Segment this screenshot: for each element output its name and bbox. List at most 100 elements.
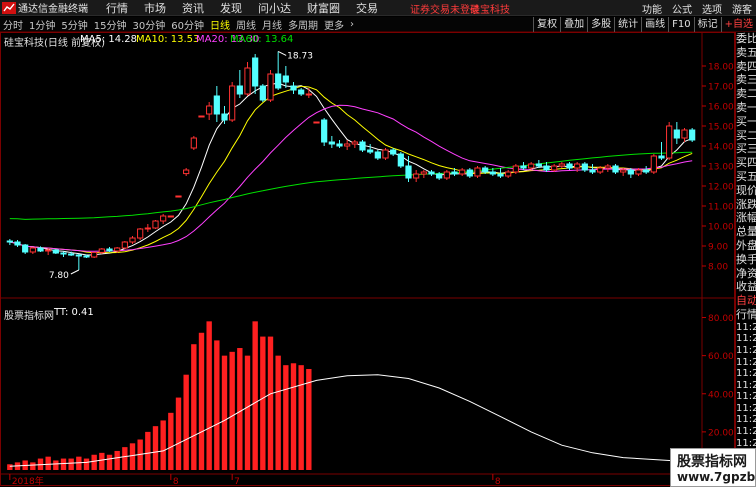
period-15min[interactable]: 15分钟 (91, 17, 130, 32)
chevron-right-icon[interactable]: › (347, 19, 357, 30)
quote-label: 卖三 (736, 73, 756, 87)
quote-label: 买四 (736, 156, 756, 170)
candle-body (160, 215, 167, 222)
price-tick-label: 17.00 (708, 83, 734, 93)
candle-body (22, 244, 29, 253)
period-5min[interactable]: 5分钟 (58, 17, 90, 32)
menu-gongneng[interactable]: 功能 (642, 1, 662, 16)
candle-body (229, 85, 236, 121)
overlay-button[interactable]: 叠加 (560, 17, 587, 32)
candle-body (190, 137, 197, 149)
toolbar-right: 复权 叠加 多股 统计 画线 F10 标记 +自选 (533, 17, 756, 32)
period-fenshi[interactable]: 分时 (0, 17, 26, 32)
period-monthly[interactable]: 月线 (259, 17, 285, 32)
indicator-bar (252, 321, 258, 470)
candles (6, 51, 696, 270)
kline-chart[interactable]: 18.00 17.00 16.00 15.00 14.00 13.00 12.00 11.00… (0, 32, 735, 487)
candle-body (397, 153, 404, 167)
ma5-legend: MA5: 14.28 (80, 34, 138, 45)
price-grid: 18.00 17.00 16.00 15.00 14.00 13.00 12.00 11.00… (702, 63, 734, 273)
indicator-title: 股票指标网 (4, 311, 54, 322)
candle-body (482, 167, 489, 173)
candle-body (206, 105, 213, 115)
add-watchlist-button[interactable]: +自选 (720, 17, 756, 32)
quote-label: 外盘 (736, 238, 756, 252)
quote-label: 卖五 (736, 45, 756, 59)
menu-jiaoyi[interactable]: 交易 (356, 0, 378, 16)
menu-hangqing[interactable]: 行情 (106, 0, 128, 16)
indicator-value: TT: 0.41 (54, 307, 94, 318)
candle-body (474, 167, 481, 177)
indicator-bar (83, 458, 90, 470)
candle-body (382, 149, 389, 159)
menu-zixun[interactable]: 资讯 (182, 0, 204, 16)
candle-body (466, 169, 473, 177)
candle-body (574, 163, 581, 169)
menu-xuanxiang[interactable]: 选项 (702, 1, 722, 16)
f10-button[interactable]: F10 (668, 17, 693, 32)
candle-body (497, 173, 504, 177)
menu-gongshi[interactable]: 公式 (672, 1, 692, 16)
indicator-bar (198, 332, 205, 470)
mark-button[interactable]: 标记 (693, 17, 721, 32)
candle-body (6, 240, 13, 243)
candle-body (597, 167, 604, 173)
period-daily[interactable]: 日线 (207, 17, 233, 32)
candle-body (305, 93, 312, 96)
indicator-bar (168, 412, 174, 470)
period-weekly[interactable]: 周线 (233, 17, 259, 32)
candle-body (528, 163, 535, 169)
period-60min[interactable]: 60分钟 (168, 17, 207, 32)
price-tick-label: 10.00 (708, 223, 734, 233)
candle-body (344, 143, 351, 147)
candle-body (252, 57, 259, 87)
candle-body (635, 169, 642, 175)
candle-body (428, 171, 435, 175)
multi-stock-button[interactable]: 多股 (587, 17, 614, 32)
candle-body (144, 227, 151, 230)
candle-body (29, 247, 36, 253)
period-30min[interactable]: 30分钟 (129, 17, 168, 32)
candle-body (643, 169, 650, 173)
app-title: 通达信金融终端 (18, 4, 88, 15)
candle-body (420, 171, 427, 175)
candle-body (75, 254, 82, 257)
indicator-bar (260, 336, 266, 470)
period-multi[interactable]: 多周期 (285, 17, 321, 32)
price-tick-label: 12.00 (708, 183, 734, 193)
auto-label[interactable]: 自动 (736, 294, 756, 308)
draw-line-button[interactable]: 画线 (641, 17, 668, 32)
high-pointer (277, 50, 287, 56)
period-1min[interactable]: 1分钟 (26, 17, 58, 32)
menu-wenxiaoda[interactable]: 问小达 (258, 0, 291, 16)
price-tick-label: 13.00 (708, 163, 734, 173)
candle-body (267, 73, 274, 101)
candle-body (167, 215, 174, 218)
candle-body (60, 252, 67, 255)
candle-body (52, 249, 59, 254)
menu-youke[interactable]: 游客 (732, 1, 752, 16)
fuquan-button[interactable]: 复权 (533, 17, 560, 32)
candle-body (137, 228, 144, 239)
candle-body (259, 85, 266, 101)
period-more[interactable]: 更多 (321, 17, 347, 32)
indicator-tick-label: 20.00 (708, 428, 734, 438)
stats-button[interactable]: 统计 (614, 17, 641, 32)
indicator-bar (221, 355, 228, 470)
quote-label: 现价 (736, 183, 756, 197)
menu-shichang[interactable]: 市场 (144, 0, 166, 16)
price-tick-label: 9.00 (708, 243, 728, 253)
menu-faxian[interactable]: 发现 (220, 0, 242, 16)
ma10-legend: MA10: 13.53 (136, 34, 200, 45)
high-price-label: 18.73 (287, 51, 313, 61)
ma-line-ma5 (9, 82, 693, 256)
low-price-label: 7.80 (49, 271, 69, 281)
price-tick-label: 8.00 (708, 263, 728, 273)
candle-body (566, 163, 573, 169)
menu-caifuquan[interactable]: 财富圈 (307, 0, 340, 16)
indicator-bar (106, 454, 113, 470)
tick-time: 11:29 (736, 333, 756, 345)
candle-body (520, 165, 527, 169)
indicator-bar (229, 351, 235, 470)
notice-stock-name: 硅宝科技 (470, 5, 510, 16)
